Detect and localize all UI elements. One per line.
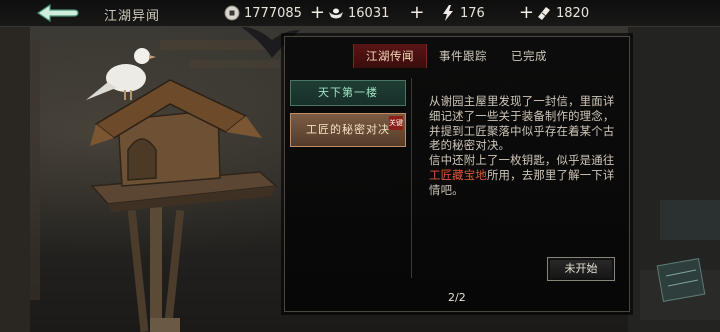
tab-tracking[interactable]: 事件跟踪: [427, 44, 499, 68]
map-icon[interactable]: [652, 256, 712, 316]
quest-label: 工匠的秘密对决: [306, 123, 390, 136]
lightning-icon: [443, 5, 453, 21]
ticket-icon: [538, 7, 550, 20]
silver-ingot-icon: [329, 8, 343, 19]
description-paragraph: 信中还附上了一枚钥匙，似乎是通往工匠藏宝地所用，去那里了解一下详情吧。: [429, 153, 615, 197]
coin-value: 1777085: [244, 5, 302, 21]
not-started-button[interactable]: 未开始: [547, 257, 615, 281]
quest-item[interactable]: 天下第一楼: [290, 80, 406, 106]
resource-tickets: 1820: [536, 2, 589, 24]
ticket-value: 1820: [556, 5, 590, 21]
coin-icon: [224, 5, 240, 21]
add-silver-button[interactable]: +: [409, 4, 424, 22]
resource-stamina: 176 +: [440, 2, 534, 24]
location-link[interactable]: 工匠藏宝地: [429, 168, 487, 182]
back-button[interactable]: [34, 2, 82, 24]
description-paragraph: 从谢园主屋里发现了一封信，里面详细记述了一些关于装备制作的理念，并提到工匠聚落中…: [429, 94, 615, 153]
top-bar: 江湖异闻 1777085 + 16031 + 176 + 1820: [0, 0, 720, 27]
quest-label: 天下第一楼: [318, 86, 378, 99]
quest-item-selected[interactable]: 工匠的秘密对决 关键: [290, 113, 406, 147]
silver-value: 16031: [348, 5, 390, 21]
key-badge: 关键: [389, 116, 403, 130]
panel-divider: [411, 78, 412, 278]
tab-completed[interactable]: 已完成: [499, 44, 559, 68]
resource-silver: 16031 +: [328, 2, 424, 24]
page-indicator: 2/2: [448, 291, 466, 304]
tab-rumors[interactable]: 江湖传闻: [353, 44, 427, 68]
tab-bar: 江湖传闻 事件跟踪 已完成: [284, 44, 628, 68]
quest-description: 从谢园主屋里发现了一封信，里面详细记述了一些关于装备制作的理念，并提到工匠聚落中…: [429, 94, 617, 198]
stamina-value: 176: [460, 5, 485, 21]
page-title: 江湖异闻: [104, 9, 161, 24]
resource-coins: 1777085 +: [224, 2, 325, 24]
add-coins-button[interactable]: +: [310, 4, 325, 22]
key-badge-label: 关键: [389, 118, 403, 127]
add-stamina-button[interactable]: +: [519, 4, 534, 22]
back-arrow-icon: [36, 3, 79, 23]
